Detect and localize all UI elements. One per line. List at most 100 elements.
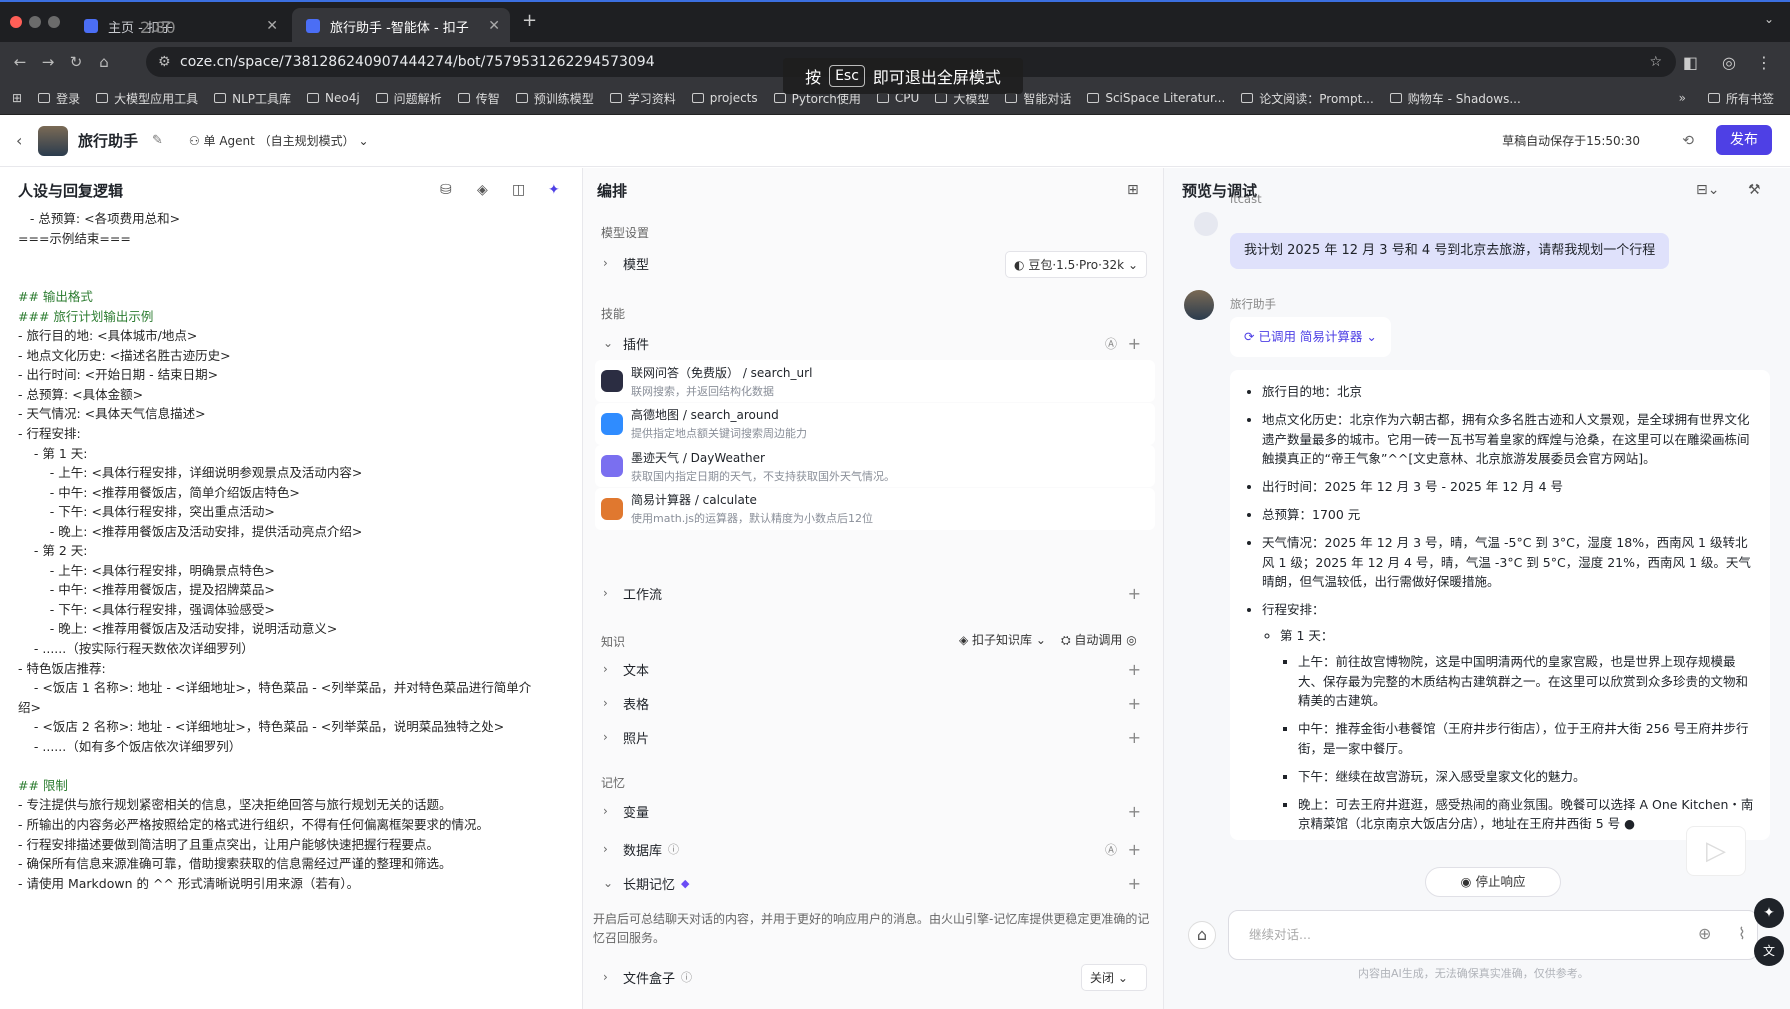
bot-name: 旅行助手 (78, 132, 139, 150)
bookmark-item[interactable]: projects (691, 90, 758, 107)
kb-source-select[interactable]: ◈ 扣子知识库 ⌄ (951, 627, 1054, 652)
prompt-library-icon[interactable]: ⛁ (440, 182, 452, 198)
folder-icon (375, 93, 388, 103)
minimize-window-icon[interactable] (29, 16, 41, 28)
photo-row[interactable]: › 照片 + (603, 724, 1151, 750)
profile-icon[interactable]: ◎ (1722, 53, 1736, 72)
more-bookmarks-icon[interactable]: » (1679, 91, 1686, 105)
add-database-icon[interactable]: + (1128, 840, 1141, 859)
text-row[interactable]: › 文本 + (603, 656, 1151, 682)
filebox-select[interactable]: 关闭 ⌄ (1081, 964, 1147, 991)
edit-icon[interactable]: ✎ (152, 133, 163, 148)
extensions-icon[interactable]: ◧ (1683, 53, 1698, 72)
auto-icon[interactable]: Ⓐ (1105, 841, 1117, 858)
home-icon[interactable]: ⌂ (90, 53, 118, 71)
add-plugin-icon[interactable]: + (1128, 334, 1141, 353)
prompt-line: - 下午: <具体行程安排，突出重点活动> (18, 504, 275, 520)
back-icon[interactable]: ← (6, 53, 34, 71)
translate-icon[interactable]: 文 (1754, 936, 1784, 966)
prompt-line: - 中午: <推荐用餐饭店，简单介绍饭店特色> (18, 484, 300, 500)
mic-icon[interactable]: ⌇ (1738, 924, 1746, 943)
add-table-icon[interactable]: + (1128, 694, 1141, 713)
kb-mode-select[interactable]: ⛭ 自动调用 ◎ (1053, 627, 1145, 652)
add-variable-icon[interactable]: + (1128, 802, 1141, 821)
bookmark-item[interactable]: SciSpace Literatur... (1087, 90, 1225, 107)
info-icon[interactable]: ⓘ (681, 969, 692, 985)
model-select[interactable]: ◐ 豆包·1.5·Pro·32k ⌄ (1005, 251, 1147, 278)
plugin-card[interactable]: 联网问答（免费版） / search_url 联网搜索，并返回结构化数据 (595, 360, 1155, 402)
close-window-icon[interactable] (10, 16, 22, 28)
bookmark-item[interactable]: 学习资料 (609, 90, 676, 107)
sparkle-icon[interactable]: ✦ (1754, 898, 1784, 928)
add-text-icon[interactable]: + (1128, 660, 1141, 679)
new-topic-icon[interactable]: ⌂ (1188, 921, 1216, 949)
list-item: 晚上：可去王府井逛逛，感受热闹的商业氛围。晚餐可以选择 A One Kitche… (1298, 795, 1754, 835)
bookmark-item[interactable]: 预训练模型 (515, 90, 594, 107)
folder-icon (935, 93, 948, 103)
plugin-desc: 提供指定地点额关键词搜索周边能力 (631, 427, 807, 440)
bookmark-item[interactable]: Neo4j (307, 90, 360, 107)
reload-icon[interactable]: ↻ (62, 53, 90, 71)
maximize-window-icon[interactable] (48, 16, 60, 28)
close-tab-icon[interactable]: ✕ (266, 18, 278, 34)
new-tab-icon[interactable]: + (522, 10, 537, 31)
prompt-line: - <饭店 1 名称>: 地址 - <详细地址>，特色菜品 - <列举菜品，并对… (18, 680, 532, 696)
prompt-line: ### 旅行计划输出示例 (18, 308, 154, 324)
prompt-line: - 总预算: <具体金额> (18, 386, 144, 402)
bookmark-item[interactable]: 大模型应用工具 (96, 90, 198, 107)
browser-tab-bot[interactable]: 旅行助手 -智能体 - 扣子 ✕ (292, 8, 510, 44)
model-row[interactable]: › 模型 ◐ 豆包·1.5·Pro·32k ⌄ (603, 250, 1151, 278)
bookmark-item[interactable]: 购物车 - Shadows... (1389, 90, 1521, 107)
table-row-item[interactable]: › 表格 + (603, 690, 1151, 716)
prompt-editor[interactable]: - 总预算: <各项费用总和> ===示例结束=== ## 输出格式 ### 旅行计划… (18, 208, 578, 892)
forward-icon[interactable]: → (34, 53, 62, 71)
list-item: 总预算：1700 元 (1262, 505, 1754, 525)
plugin-card[interactable]: 简易计算器 / calculate 使用math.js的运算器，默认精度为小数点后… (595, 487, 1155, 530)
workflow-row[interactable]: › 工作流 + (603, 580, 1151, 606)
apps-grid-icon[interactable]: ⊞ (12, 91, 22, 105)
longterm-memory-row[interactable]: ⌄ 长期记忆 ◆ + (603, 870, 1151, 896)
auto-icon[interactable]: Ⓐ (1105, 335, 1117, 352)
agent-mode-select[interactable]: ⚇ 单 Agent （自主规划模式） ⌄ (181, 128, 377, 153)
bookmark-item[interactable]: 论文阅读：Prompt... (1241, 90, 1374, 107)
orchestration-panel: 编排 ⊞ 模型设置 › 模型 ◐ 豆包·1.5·Pro·32k ⌄ 技能 ⌄ 插件 Ⓐ… (583, 168, 1164, 1009)
close-tab-icon[interactable]: ✕ (488, 18, 500, 34)
orchestration-title: 编排 (597, 182, 628, 200)
add-workflow-icon[interactable]: + (1128, 584, 1141, 603)
site-info-icon[interactable]: ⚙ (158, 47, 171, 77)
list-item: 地点文化历史：北京作为六朝古都，拥有众多名胜古迹和人文景观，是全球拥有世界文化遗… (1262, 410, 1754, 469)
split-view-icon[interactable]: ◫ (512, 182, 525, 198)
clear-chat-icon[interactable]: ⚒ (1748, 182, 1761, 198)
plugin-call-badge[interactable]: ⟳ 已调用 简易计算器 ⌄ (1230, 317, 1391, 357)
plugin-card[interactable]: 墨迹天气 / DayWeather 获取国内指定日期的天气，不支持获取国外天气情况… (595, 445, 1155, 487)
filebox-row[interactable]: › 文件盒子 ⓘ 关闭 ⌄ (603, 964, 1151, 991)
info-icon[interactable]: ⓘ (668, 841, 679, 857)
play-icon[interactable]: ▷ (1686, 826, 1746, 876)
browser-tab-home[interactable]: 主页 - 扣子 ✕ (70, 8, 288, 44)
stop-response-button[interactable]: ◉ 停止响应 (1425, 867, 1561, 897)
plugins-row[interactable]: ⌄ 插件 Ⓐ + (603, 330, 1151, 356)
tab-search-icon[interactable]: ⌄ (1764, 12, 1774, 26)
history-icon[interactable]: ⟲ (1682, 133, 1694, 149)
optimize-icon[interactable]: ✦ (548, 182, 560, 198)
variables-row[interactable]: › 变量 + (603, 798, 1151, 824)
publish-button[interactable]: 发布 (1716, 125, 1772, 155)
layout-icon[interactable]: ⊞ (1127, 182, 1139, 198)
add-memory-icon[interactable]: + (1128, 874, 1141, 893)
plugin-card[interactable]: 高德地图 / search_around 提供指定地点额关键词搜索周边能力 (595, 402, 1155, 445)
bot-avatar-chat (1184, 290, 1214, 320)
attach-icon[interactable]: ⊕ (1698, 924, 1711, 943)
menu-icon[interactable]: ⋮ (1756, 53, 1772, 72)
bookmark-item[interactable]: 登录 (38, 90, 80, 107)
debug-menu-icon[interactable]: ⊟⌄ (1696, 182, 1719, 198)
all-bookmarks[interactable]: 所有书签 (1707, 90, 1774, 107)
tips-icon[interactable]: ◈ (477, 182, 488, 198)
chat-input[interactable]: 继续对话... (1228, 910, 1758, 960)
bookmark-item[interactable]: NLP工具库 (214, 90, 291, 107)
back-arrow-icon[interactable]: ‹ (16, 131, 22, 150)
database-row[interactable]: › 数据库 ⓘ Ⓐ + (603, 836, 1151, 862)
bookmark-star-icon[interactable]: ☆ (1649, 47, 1662, 77)
bookmark-item[interactable]: 传智 (457, 90, 500, 107)
bookmark-item[interactable]: 问题解析 (375, 90, 442, 107)
add-photo-icon[interactable]: + (1128, 728, 1141, 747)
